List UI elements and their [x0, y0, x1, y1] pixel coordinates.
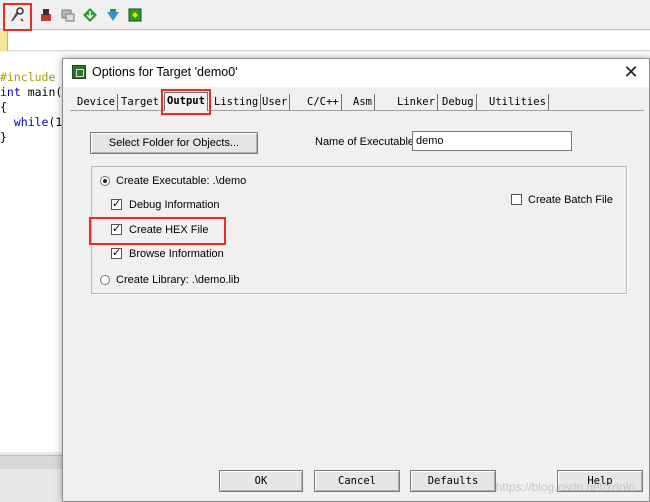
- debug-info-label: Debug Information: [129, 199, 220, 211]
- tab-debug[interactable]: Debug: [440, 94, 477, 111]
- tab-asm[interactable]: Asm: [351, 94, 375, 111]
- tab-target[interactable]: Target: [119, 94, 162, 111]
- browse-info-checkbox[interactable]: ✓: [111, 248, 122, 259]
- options-dialog: Options for Target 'demo0' ✕ Device Targ…: [62, 58, 650, 502]
- ok-button[interactable]: OK: [219, 470, 303, 492]
- rebuild-icon[interactable]: [58, 5, 78, 25]
- name-of-executable-label: Name of Executable:: [315, 136, 418, 148]
- ide-tab-strip: [0, 31, 650, 51]
- debug-icon[interactable]: [103, 5, 123, 25]
- cancel-button[interactable]: Cancel: [314, 470, 400, 492]
- create-executable-label: Create Executable: .\demo: [116, 175, 247, 187]
- watermark-text: https://blog.csdn.net/xdolo: [495, 480, 635, 494]
- toolbar-highlight-box: [3, 3, 32, 31]
- tab-listing[interactable]: Listing: [212, 94, 262, 111]
- create-library-label: Create Library: .\demo.lib: [116, 274, 240, 286]
- code-line: #include: [0, 70, 56, 84]
- tab-user[interactable]: User: [260, 94, 291, 111]
- close-icon[interactable]: ✕: [621, 62, 641, 82]
- keil-app-icon: [72, 65, 86, 79]
- pack-icon[interactable]: [125, 5, 145, 25]
- code-line: }: [0, 130, 7, 144]
- dialog-title: Options for Target 'demo0': [92, 65, 238, 79]
- download-icon[interactable]: [80, 5, 100, 25]
- create-executable-radio[interactable]: [100, 176, 110, 186]
- tab-device[interactable]: Device: [75, 94, 118, 111]
- tab-linker[interactable]: Linker: [395, 94, 438, 111]
- select-folder-button[interactable]: Select Folder for Objects...: [90, 132, 258, 154]
- code-line: int main(: [0, 85, 63, 99]
- defaults-button[interactable]: Defaults: [410, 470, 496, 492]
- code-line: while(1: [13, 115, 63, 129]
- create-batch-checkbox[interactable]: [511, 194, 522, 205]
- tab-highlight-box: [161, 89, 211, 115]
- debug-info-checkbox[interactable]: ✓: [111, 199, 122, 210]
- tab-strip: Device Target Output Listing User C/C++ …: [63, 89, 649, 111]
- tab-c-cpp[interactable]: C/C++: [305, 94, 342, 111]
- ide-toolbar: [0, 0, 650, 31]
- hex-highlight-box: [89, 217, 226, 245]
- load-icon[interactable]: [36, 5, 56, 25]
- create-library-radio[interactable]: [100, 275, 110, 285]
- ide-file-tab[interactable]: [0, 31, 8, 51]
- executable-name-field[interactable]: demo: [412, 131, 572, 151]
- code-line: {: [0, 100, 7, 114]
- dialog-titlebar[interactable]: Options for Target 'demo0' ✕: [63, 59, 649, 87]
- create-batch-label: Create Batch File: [528, 194, 613, 206]
- tab-utilities[interactable]: Utilities: [487, 94, 549, 111]
- browse-info-label: Browse Information: [129, 248, 224, 260]
